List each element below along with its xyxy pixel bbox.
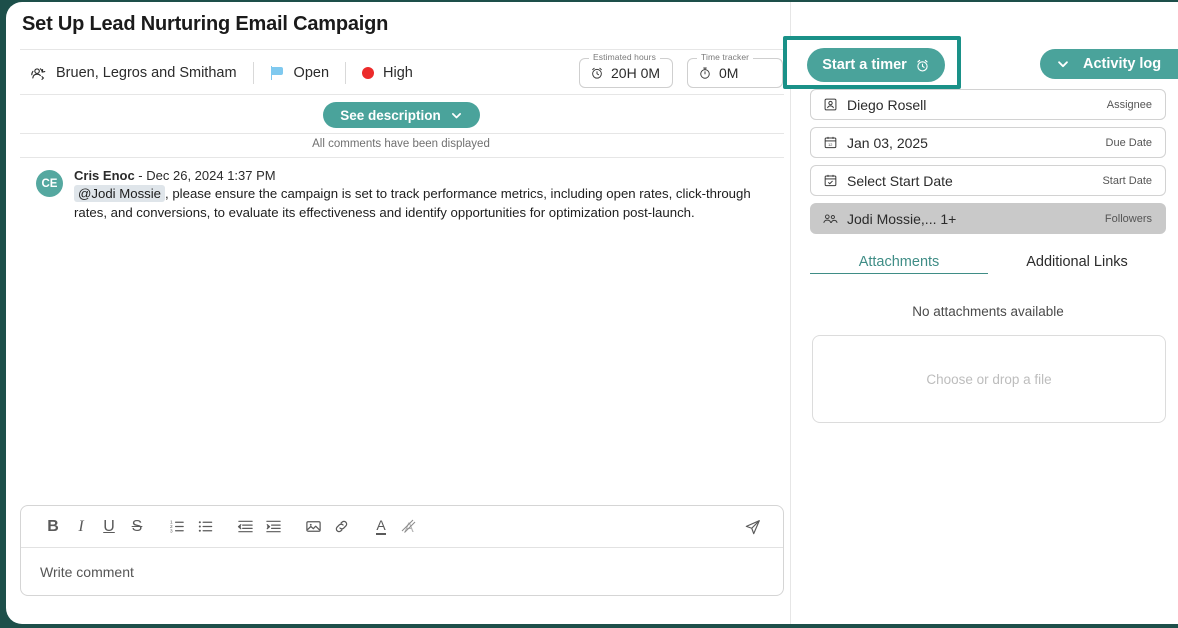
ordered-list-icon[interactable]: 1 2 3: [163, 513, 191, 541]
users-icon: [822, 211, 838, 227]
priority-dot-icon: [362, 67, 375, 79]
property-row-followers[interactable]: Jodi Mossie,... 1+ Followers: [810, 203, 1166, 234]
comment-text: @Jodi Mossie, please ensure the campaign…: [74, 185, 776, 222]
start-timer-button[interactable]: Start a timer: [807, 48, 945, 82]
sidebar-tabs: Attachments Additional Links: [810, 254, 1166, 274]
task-detail-modal: Set Up Lead Nurturing Email Campaign Bru…: [6, 2, 1178, 624]
task-meta-row: Bruen, Legros and Smitham Open High: [28, 55, 413, 91]
alarm-clock-icon: [590, 66, 604, 80]
project-rotate-icon: [28, 64, 47, 83]
status-chip[interactable]: Open: [270, 65, 329, 81]
flag-icon: [270, 66, 285, 80]
start-date-label: Start Date: [1102, 174, 1152, 187]
mention-chip[interactable]: @Jodi Mossie: [74, 185, 166, 202]
app-root: Set Up Lead Nurturing Email Campaign Bru…: [0, 0, 1178, 628]
text-color-glyph: A: [376, 517, 386, 535]
divider-comments: [20, 157, 784, 158]
time-tracker-legend: Time tracker: [697, 52, 754, 62]
clear-format-icon[interactable]: A: [395, 513, 423, 541]
tab-additional-links[interactable]: Additional Links: [988, 254, 1166, 274]
activity-log-button[interactable]: Activity log: [1040, 49, 1178, 79]
divider-description: [20, 133, 784, 134]
italic-icon[interactable]: I: [67, 513, 95, 541]
chevron-down-icon: [1056, 57, 1070, 71]
due-date-label: Due Date: [1105, 136, 1152, 149]
stopwatch-icon: [698, 66, 712, 80]
strikethrough-icon[interactable]: S: [123, 513, 151, 541]
divider-title: [20, 49, 784, 50]
send-icon[interactable]: [739, 513, 767, 541]
start-date-value: Select Start Date: [847, 172, 953, 189]
time-tracker-field[interactable]: Time tracker 0M: [687, 52, 783, 88]
bullet-list-icon[interactable]: [191, 513, 219, 541]
comment-header: Cris Enoc - Dec 26, 2024 1:37 PM: [74, 168, 776, 183]
meta-divider-2: [345, 62, 347, 84]
details-sidebar: Diego Rosell Assignee 12 Jan 03, 2025 Du…: [790, 2, 1178, 624]
project-chip[interactable]: Bruen, Legros and Smitham: [28, 64, 237, 83]
assignee-label: Assignee: [1106, 98, 1152, 111]
start-timer-highlight: Start a timer: [783, 36, 961, 89]
followers-label: Followers: [1104, 212, 1152, 225]
comment-editor: B I U S 1 2 3 A A Write comment: [20, 505, 784, 596]
time-tracker-value: 0M: [719, 65, 739, 81]
calendar-check-icon: [822, 173, 838, 189]
comment-author: Cris Enoc: [74, 168, 135, 183]
due-date-value: Jan 03, 2025: [847, 134, 928, 151]
outdent-icon[interactable]: [231, 513, 259, 541]
calendar-icon: 12: [822, 135, 838, 151]
priority-chip[interactable]: High: [362, 65, 413, 81]
image-icon[interactable]: [299, 513, 327, 541]
comment-item: CE Cris Enoc - Dec 26, 2024 1:37 PM @Jod…: [36, 168, 776, 222]
estimated-hours-field[interactable]: Estimated hours 20H 0M: [579, 52, 673, 88]
project-name: Bruen, Legros and Smitham: [56, 65, 237, 81]
comment-timestamp: Dec 26, 2024 1:37 PM: [146, 168, 276, 183]
property-row-due-date[interactable]: 12 Jan 03, 2025 Due Date: [810, 127, 1166, 158]
svg-text:12: 12: [828, 143, 832, 147]
svg-text:3: 3: [169, 528, 172, 534]
underline-glyph: U: [103, 517, 115, 535]
see-description-button[interactable]: See description: [323, 102, 480, 128]
attachments-empty-state: No attachments available: [912, 304, 1064, 319]
comment-body: Cris Enoc - Dec 26, 2024 1:37 PM @Jodi M…: [74, 168, 776, 222]
property-row-assignee[interactable]: Diego Rosell Assignee: [810, 89, 1166, 120]
link-icon[interactable]: [327, 513, 355, 541]
see-description-label: See description: [340, 107, 441, 123]
comment-body-text: , please ensure the campaign is set to t…: [74, 186, 751, 220]
editor-toolbar: B I U S 1 2 3 A A: [21, 506, 783, 548]
priority-label: High: [383, 65, 413, 81]
dropzone-label: Choose or drop a file: [926, 371, 1052, 387]
meta-divider-1: [252, 62, 254, 84]
page-title: Set Up Lead Nurturing Email Campaign: [22, 13, 389, 35]
bold-glyph: B: [47, 517, 59, 535]
italic-glyph: I: [78, 517, 84, 535]
bold-icon[interactable]: B: [39, 513, 67, 541]
activity-log-label: Activity log: [1083, 56, 1162, 72]
estimated-hours-legend: Estimated hours: [589, 52, 660, 62]
comments-notice: All comments have been displayed: [312, 138, 490, 150]
tab-attachments[interactable]: Attachments: [810, 254, 988, 274]
strike-glyph: S: [131, 517, 143, 535]
avatar: CE: [36, 170, 63, 197]
comment-input[interactable]: [21, 548, 783, 595]
divider-meta: [20, 94, 784, 95]
indent-icon[interactable]: [259, 513, 287, 541]
chevron-down-icon: [450, 109, 463, 122]
alarm-clock-icon: [915, 58, 930, 73]
text-color-icon[interactable]: A: [367, 513, 395, 541]
file-dropzone[interactable]: Choose or drop a file: [812, 335, 1166, 423]
underline-icon[interactable]: U: [95, 513, 123, 541]
assignee-value: Diego Rosell: [847, 96, 927, 113]
followers-value: Jodi Mossie,... 1+: [847, 210, 957, 227]
comment-separator: -: [134, 168, 147, 183]
estimated-hours-value: 20H 0M: [611, 65, 661, 81]
start-timer-label: Start a timer: [822, 57, 907, 73]
user-square-icon: [822, 97, 838, 113]
property-row-start-date[interactable]: Select Start Date Start Date: [810, 165, 1166, 196]
status-label: Open: [293, 65, 330, 81]
